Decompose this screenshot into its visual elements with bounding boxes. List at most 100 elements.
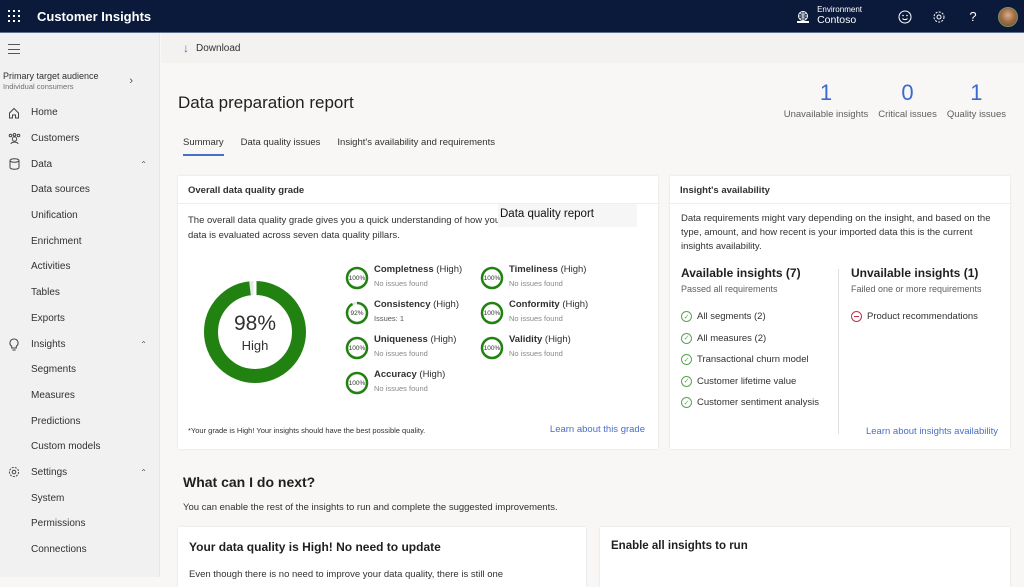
sidebar-item-insights[interactable]: Insights ⌃ bbox=[0, 331, 160, 357]
sidebar-item-measures[interactable]: Measures bbox=[0, 383, 160, 409]
enable-insights-card: Enable all insights to run bbox=[600, 527, 1010, 587]
insights-availability-card: Insight's availability Data requirements… bbox=[670, 176, 1010, 449]
feedback-smiley-icon[interactable] bbox=[896, 8, 914, 26]
customers-icon bbox=[7, 132, 21, 146]
card-description: The overall data quality grade gives you… bbox=[188, 215, 504, 241]
check-circle-icon: ✓ bbox=[681, 354, 692, 366]
grade-level: High bbox=[241, 337, 269, 353]
chevron-up-icon[interactable]: ⌃ bbox=[140, 468, 147, 477]
sidebar-item-system[interactable]: System bbox=[0, 485, 160, 511]
quality-pillar-accuracy: 100% Accuracy (High) No issues found bbox=[345, 369, 485, 399]
card-body: Even though there is no need to improve … bbox=[189, 569, 504, 580]
available-insight-item: ✓ All segments (2) bbox=[681, 306, 819, 328]
page-title: Data preparation report bbox=[178, 93, 354, 112]
card-header: Insight's availability bbox=[670, 176, 1010, 204]
sidebar-item-label: Insights bbox=[31, 338, 66, 350]
user-avatar[interactable] bbox=[998, 6, 1018, 27]
sidebar-item-label: Customers bbox=[31, 133, 80, 145]
insight-label: All segments (2) bbox=[697, 311, 766, 323]
sidebar-item-activities[interactable]: Activities bbox=[0, 254, 160, 280]
audience-selector[interactable]: Primary target audience Individual consu… bbox=[3, 71, 153, 91]
sidebar-item-settings[interactable]: Settings ⌃ bbox=[0, 460, 160, 486]
unavailable-insight-item: Product recommendations bbox=[851, 306, 982, 328]
pillar-name: Conformity (High) bbox=[509, 299, 589, 310]
check-circle-icon: ✓ bbox=[681, 332, 692, 344]
unavailable-insights-title: Unvailable insights (1) bbox=[851, 266, 979, 280]
stat-value: 1 bbox=[970, 80, 983, 105]
tab-list: Summary Data quality issues Insight's av… bbox=[183, 137, 512, 156]
sidebar-item-data[interactable]: Data ⌃ bbox=[0, 151, 160, 177]
sidebar-item-tables[interactable]: Tables bbox=[0, 280, 160, 306]
pillar-name: Accuracy (High) bbox=[374, 369, 446, 380]
chevron-right-icon: › bbox=[129, 75, 133, 87]
pillar-status: No issues found bbox=[509, 314, 563, 323]
sidebar-item-segments[interactable]: Segments bbox=[0, 357, 160, 383]
stat-label: Unavailable insights bbox=[783, 109, 869, 120]
sidebar-item-connections[interactable]: Connections bbox=[0, 537, 160, 563]
available-insight-item: ✓ All measures (2) bbox=[681, 328, 819, 350]
pillar-name: Consistency (High) bbox=[374, 299, 460, 310]
quality-pillar-conformity: 100% Conformity (High) No issues found bbox=[480, 299, 620, 329]
tab-data-quality-issues[interactable]: Data quality issues bbox=[241, 137, 321, 154]
pillar-percent: 100% bbox=[348, 344, 366, 352]
settings-gear-icon[interactable] bbox=[930, 8, 948, 26]
grade-center: 98% High bbox=[202, 279, 308, 385]
stat-label: Critical issues bbox=[878, 109, 937, 120]
insight-label: Customer sentiment analysis bbox=[697, 397, 819, 409]
pillar-name: Validity (High) bbox=[509, 334, 571, 345]
unavailable-insights-subtitle: Failed one or more requirements bbox=[851, 284, 982, 294]
insight-label: Product recommendations bbox=[867, 311, 978, 323]
sidebar-item-unification[interactable]: Unification bbox=[0, 203, 160, 229]
help-icon[interactable]: ? bbox=[964, 8, 982, 26]
sidebar-item-permissions[interactable]: Permissions bbox=[0, 511, 160, 537]
hamburger-menu-icon[interactable] bbox=[8, 44, 20, 54]
available-insights-subtitle: Passed all requirements bbox=[681, 284, 778, 294]
chevron-up-icon[interactable]: ⌃ bbox=[140, 160, 147, 169]
learn-about-availability-link[interactable]: Learn about insights availability bbox=[866, 426, 998, 437]
download-icon: ↓ bbox=[183, 41, 189, 55]
environment-value: Contoso bbox=[817, 14, 857, 27]
sidebar-item-custom-models[interactable]: Custom models bbox=[0, 434, 160, 460]
download-button[interactable]: Download bbox=[196, 43, 240, 54]
sidebar-item-enrichment[interactable]: Enrichment bbox=[0, 228, 160, 254]
next-steps-title: What can I do next? bbox=[183, 474, 316, 490]
pillar-percent: 100% bbox=[348, 274, 366, 282]
overall-quality-card: Overall data quality grade The overall d… bbox=[178, 176, 658, 449]
minus-circle-icon bbox=[851, 311, 862, 323]
chevron-up-icon[interactable]: ⌃ bbox=[140, 340, 147, 349]
stat-value: 0 bbox=[901, 80, 914, 105]
available-insights-title: Available insights (7) bbox=[681, 266, 801, 280]
home-icon bbox=[7, 106, 21, 120]
grade-footnote: *Your grade is High! Your insights shoul… bbox=[188, 426, 426, 435]
pillar-percent: 100% bbox=[483, 309, 501, 317]
check-circle-icon: ✓ bbox=[681, 397, 692, 409]
next-steps-subtitle: You can enable the rest of the insights … bbox=[183, 502, 558, 513]
sidebar-item-customers[interactable]: Customers bbox=[0, 126, 160, 152]
stat-value: 1 bbox=[819, 80, 833, 105]
pillar-name: Timeliness (High) bbox=[509, 264, 587, 275]
database-icon bbox=[7, 157, 21, 171]
sidebar-item-label: Data bbox=[31, 158, 53, 170]
tab-summary[interactable]: Summary bbox=[183, 137, 224, 156]
insight-label: Transactional churn model bbox=[697, 354, 809, 366]
insight-label: Customer lifetime value bbox=[697, 375, 797, 387]
summary-stats: 1 Unavailable insights 0 Critical issues… bbox=[774, 80, 1006, 121]
pillar-status: No issues found bbox=[374, 279, 428, 288]
stat-quality-issues: 1 Quality issues bbox=[947, 80, 1006, 121]
app-launcher-icon[interactable] bbox=[8, 9, 22, 23]
quality-pillar-timeliness: 100% Timeliness (High) No issues found bbox=[480, 264, 620, 294]
learn-about-grade-link[interactable]: Learn about this grade bbox=[550, 424, 645, 435]
sidebar-item-predictions[interactable]: Predictions bbox=[0, 408, 160, 434]
environment-selector[interactable]: Environment Contoso bbox=[817, 6, 862, 26]
quality-pillar-uniqueness: 100% Uniqueness (High) No issues found bbox=[345, 334, 485, 364]
stat-unavailable-insights: 1 Unavailable insights bbox=[783, 80, 869, 121]
pillar-percent: 92% bbox=[350, 309, 364, 317]
pillar-percent: 100% bbox=[483, 274, 501, 282]
sidebar-item-exports[interactable]: Exports bbox=[0, 306, 160, 332]
pillar-status: No issues found bbox=[374, 349, 428, 358]
tab-insights-availability[interactable]: Insight's availability and requirements bbox=[337, 137, 495, 154]
pillar-name: Uniqueness (High) bbox=[374, 334, 457, 345]
sidebar-item-home[interactable]: Home bbox=[0, 100, 160, 126]
check-circle-icon: ✓ bbox=[681, 311, 692, 323]
sidebar-item-data-sources[interactable]: Data sources bbox=[0, 177, 160, 203]
